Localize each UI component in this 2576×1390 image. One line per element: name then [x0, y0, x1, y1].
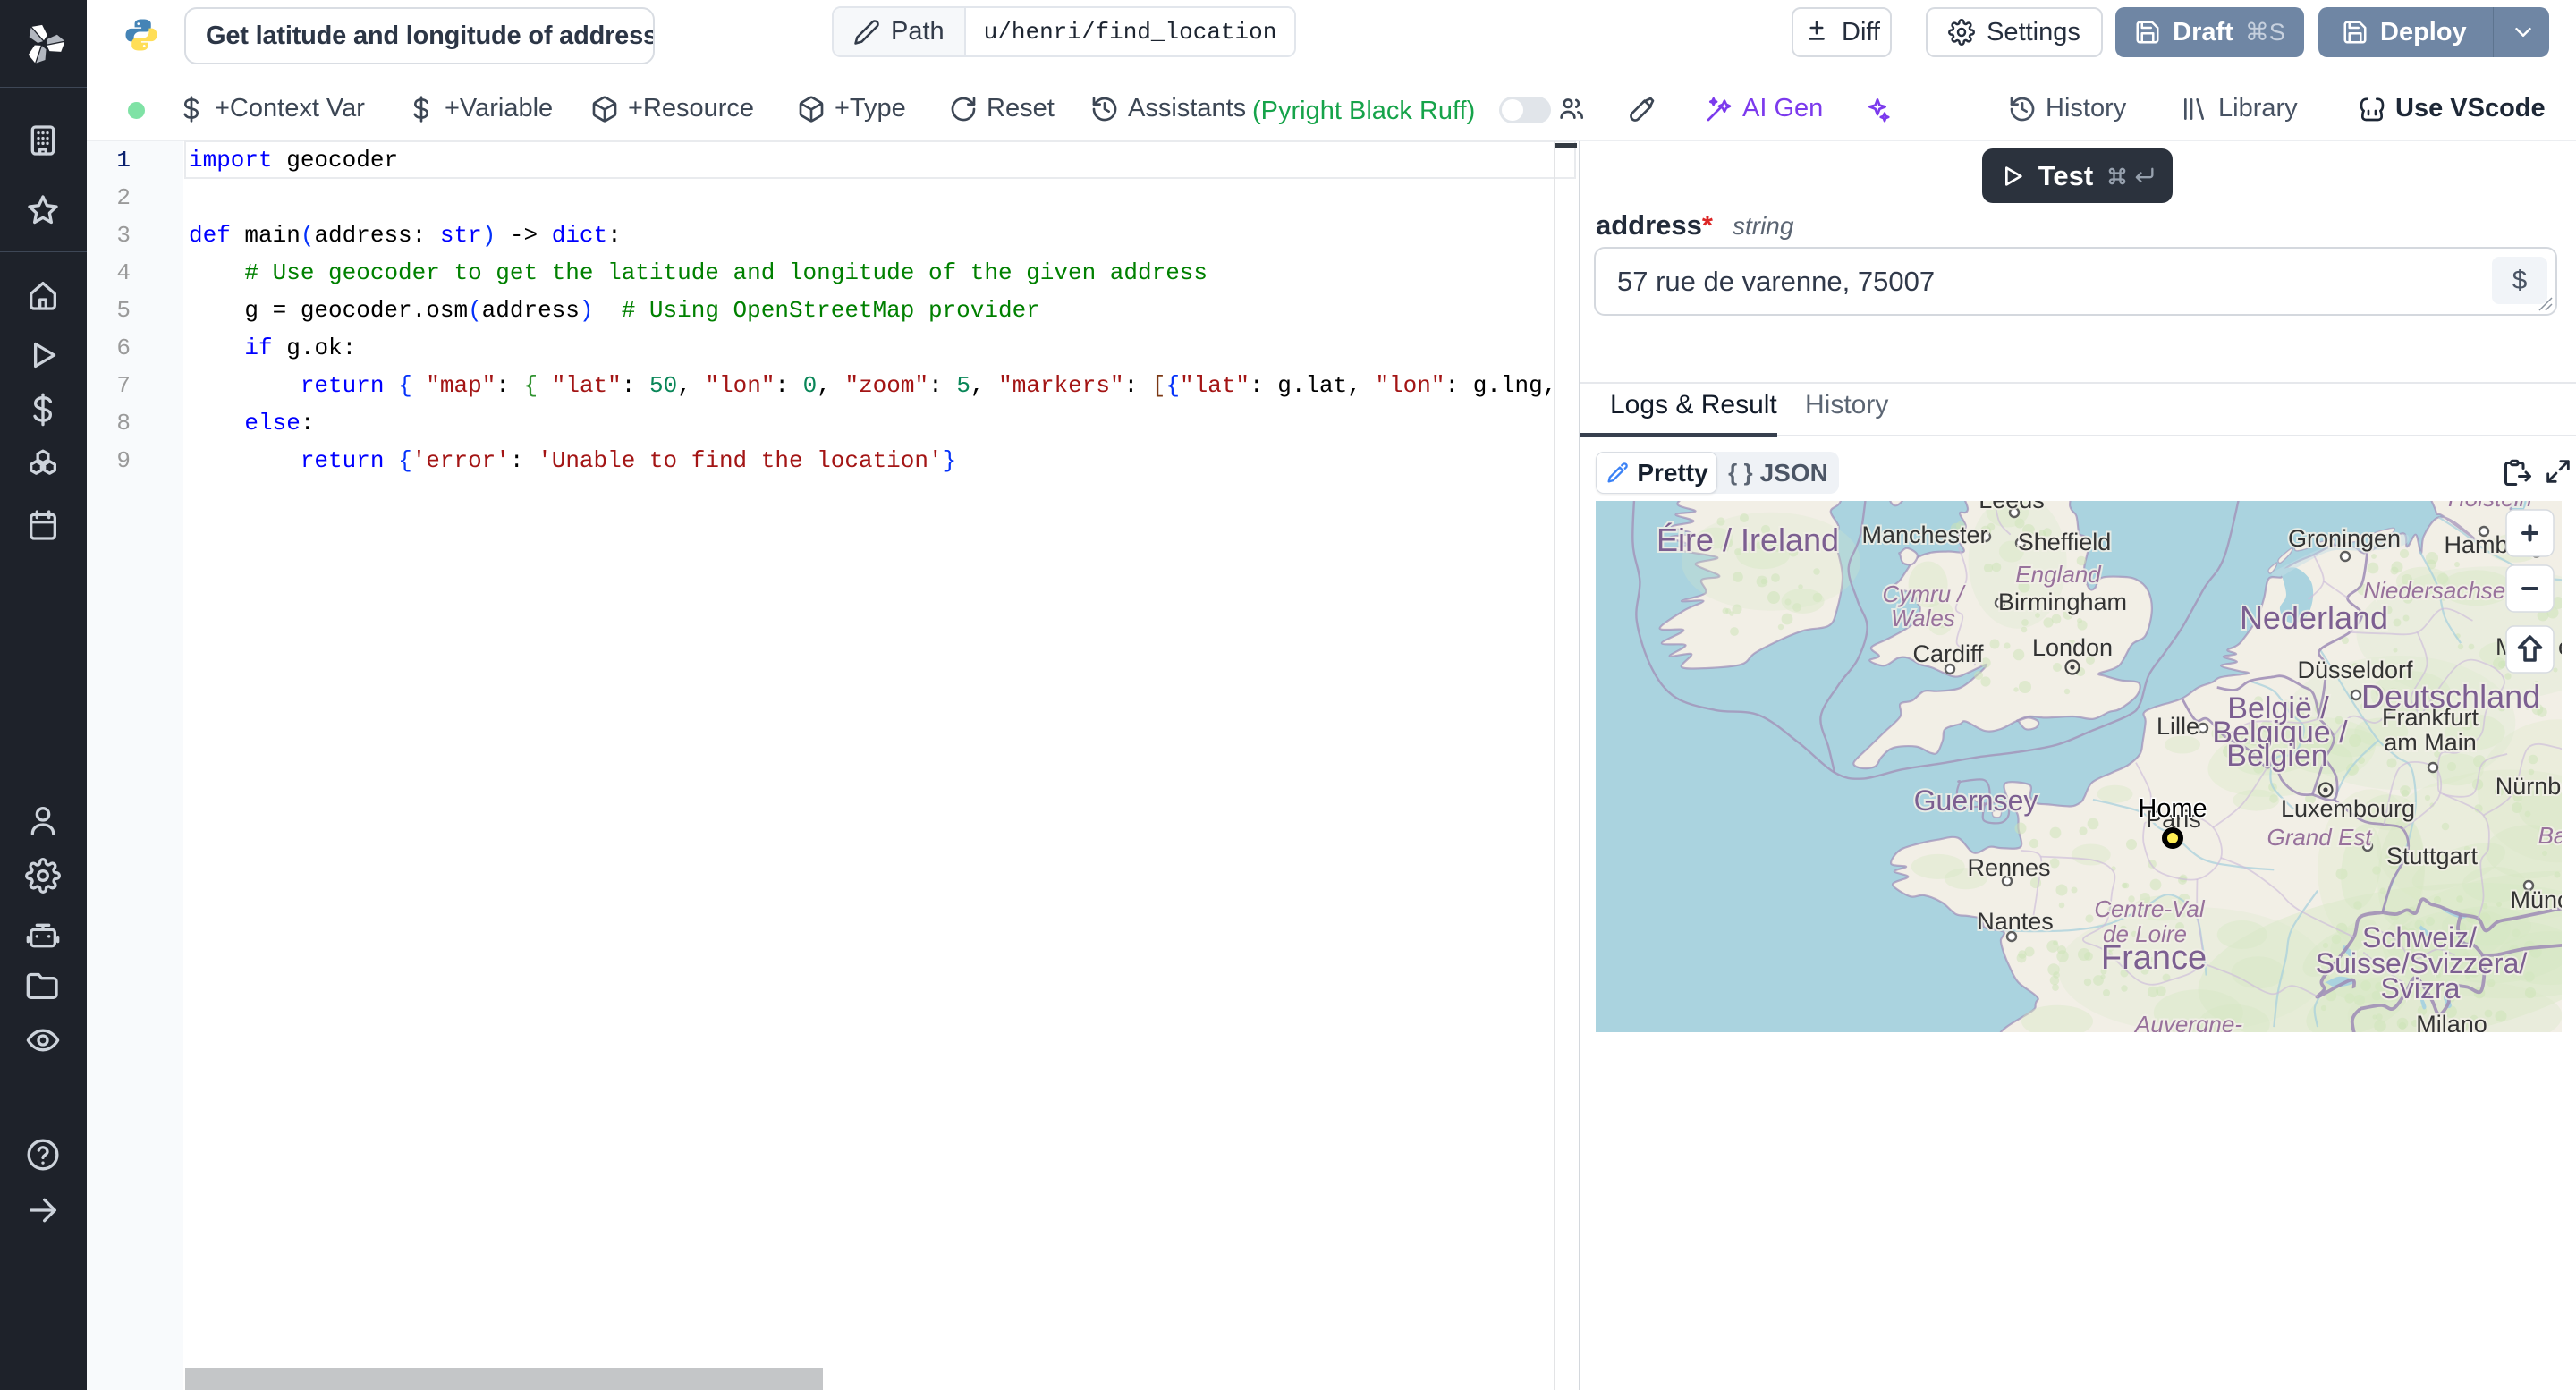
svg-text:Manchester: Manchester [1861, 521, 1987, 548]
svg-text:Nürnberg: Nürnberg [2496, 773, 2562, 800]
svg-text:Home: Home [2138, 794, 2207, 823]
svg-text:Svizra: Svizra [2381, 972, 2461, 1004]
svg-text:am Main: am Main [2384, 729, 2477, 756]
svg-text:Sheffield: Sheffield [2018, 529, 2112, 555]
svg-text:e: e [2558, 633, 2562, 660]
svg-text:Stuttgart: Stuttgart [2386, 843, 2479, 869]
svg-text:England: England [2015, 561, 2102, 588]
svg-text:Éire / Ireland: Éire / Ireland [1657, 521, 1839, 558]
svg-text:Lille: Lille [2157, 713, 2199, 740]
svg-text:Deutschland: Deutschland [2361, 678, 2540, 715]
svg-text:France: France [2101, 939, 2207, 977]
svg-text:Birmingham: Birmingham [1998, 589, 2127, 615]
svg-text:Leeds: Leeds [1979, 501, 2045, 513]
svg-text:Groningen: Groningen [2288, 525, 2401, 552]
svg-text:Bay: Bay [2538, 822, 2562, 849]
svg-text:Nantes: Nantes [1977, 908, 2054, 935]
svg-text:Cymru /: Cymru / [1883, 581, 1967, 607]
svg-text:Cardiff: Cardiff [1912, 640, 1984, 667]
svg-text:Milano: Milano [2416, 1011, 2487, 1032]
svg-text:Nederland: Nederland [2240, 599, 2388, 636]
svg-text:Wales: Wales [1891, 605, 1955, 631]
svg-text:Belgien: Belgien [2226, 739, 2327, 773]
svg-text:Guernsey: Guernsey [1914, 784, 2038, 817]
svg-text:Rennes: Rennes [1967, 854, 2050, 881]
svg-text:München: München [2510, 886, 2562, 913]
svg-text:Luxembourg: Luxembourg [2281, 795, 2415, 822]
svg-text:Grand Est: Grand Est [2267, 824, 2373, 851]
svg-text:Auvergne-: Auvergne- [2133, 1011, 2242, 1032]
svg-text:Centre-Val: Centre-Val [2094, 895, 2206, 922]
svg-text:London: London [2032, 634, 2113, 661]
